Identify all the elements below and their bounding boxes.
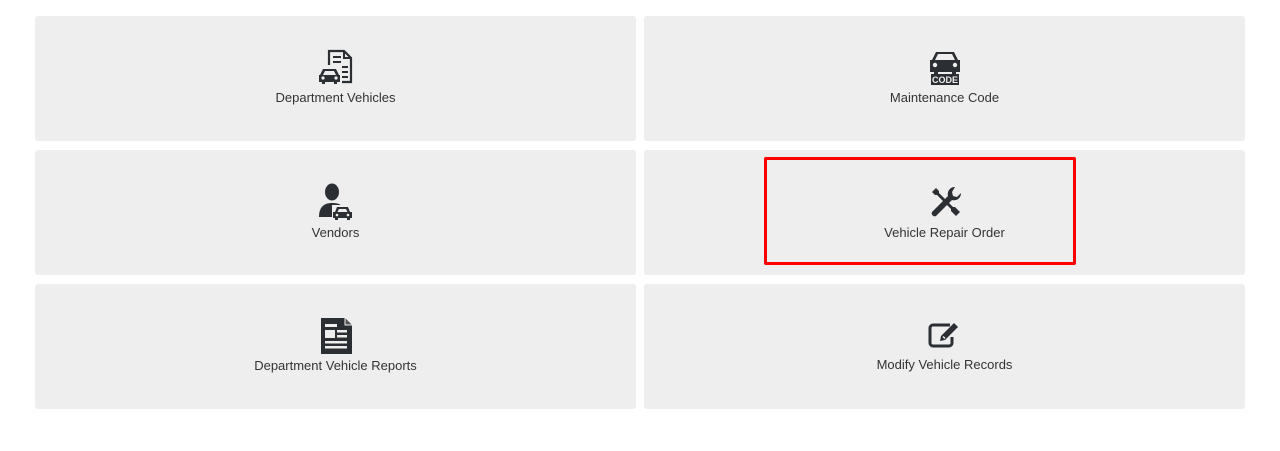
tile-label: Modify Vehicle Records [876, 357, 1013, 372]
tile-modify-vehicle-records[interactable]: Modify Vehicle Records [644, 284, 1245, 409]
tile-label: Vendors [311, 225, 360, 240]
tile-label: Department Vehicles [275, 90, 396, 105]
tile-label: Maintenance Code [889, 90, 1000, 105]
vehicle-document-icon [317, 49, 352, 85]
highlight-box [764, 157, 1076, 265]
newspaper-icon [320, 318, 352, 354]
menu-grid: Department Vehicles CODE Maintenance Cod… [35, 16, 1245, 409]
tile-label: Department Vehicle Reports [254, 358, 417, 373]
tile-department-vehicle-reports[interactable]: Department Vehicle Reports [35, 284, 636, 409]
tile-label: Vehicle Repair Order [884, 225, 1005, 240]
svg-text:CODE: CODE [931, 75, 957, 85]
car-code-icon: CODE [929, 52, 960, 85]
tile-maintenance-code[interactable]: CODE Maintenance Code [644, 16, 1245, 141]
tile-department-vehicles[interactable]: Department Vehicles [35, 16, 636, 141]
edit-icon [928, 323, 958, 348]
tile-vendors[interactable]: Vendors [35, 150, 636, 275]
wrench-screwdriver-icon [931, 186, 961, 217]
user-car-icon [318, 183, 354, 220]
tile-vehicle-repair-order[interactable]: Vehicle Repair Order [644, 150, 1245, 275]
